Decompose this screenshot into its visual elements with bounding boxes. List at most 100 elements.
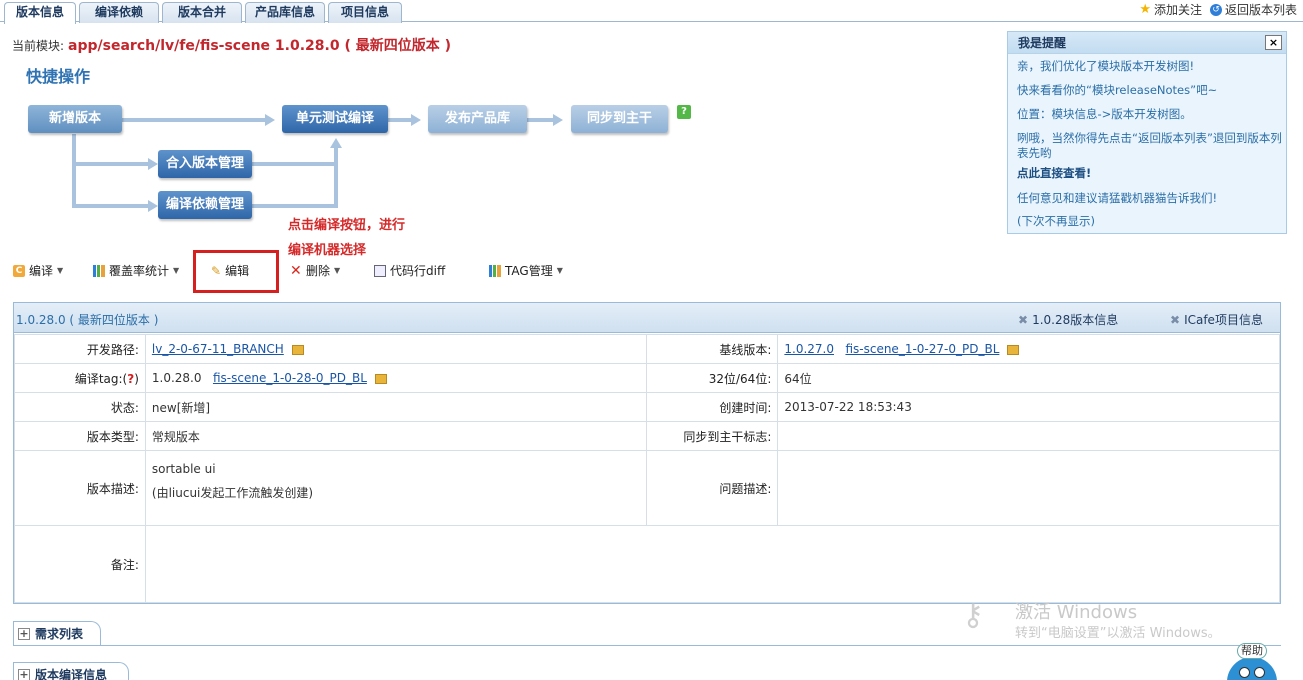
baseline-tag-link[interactable]: fis-scene_1-0-27-0_PD_BL — [845, 342, 999, 356]
icafe-link[interactable]: ✖ ICafe项目信息 — [1170, 311, 1263, 328]
flow-connector — [72, 204, 150, 208]
reminder-line: 咧哦，当然你得先点击“返回版本列表”退回到版本列表先哟 — [1017, 131, 1282, 160]
flow-connector — [122, 118, 267, 122]
chevron-down-icon: ▼ — [334, 266, 341, 275]
flow-connector — [252, 204, 338, 208]
flow-arrow — [553, 114, 563, 126]
merge-version-button[interactable]: 合入版本管理 — [158, 150, 252, 178]
table-row: 编译tag:(?) 1.0.28.0 fis-scene_1-0-28-0_PD… — [14, 363, 1280, 393]
module-label: 当前模块: — [12, 39, 65, 53]
help-label: 帮助 — [1237, 643, 1267, 659]
flow-connector — [334, 148, 338, 208]
reminder-line: 快来看看你的“模块releaseNotes”吧~ — [1017, 83, 1218, 97]
bar-chart-icon — [93, 264, 105, 277]
help-robot-badge[interactable]: 帮助 — [1225, 643, 1279, 680]
tag-link[interactable]: fis-scene_1-0-28-0_PD_BL — [213, 371, 367, 385]
dont-show-again-link[interactable]: (下次不再显示) — [1017, 214, 1282, 229]
delete-icon: ✕ — [290, 262, 302, 279]
version-info-link[interactable]: ✖ 1.0.28版本信息 — [1018, 311, 1118, 328]
tag-cell: 1.0.28.0 fis-scene_1-0-28-0_PD_BL — [144, 363, 648, 393]
robot-eye — [1254, 667, 1265, 678]
tab-version-merge[interactable]: 版本合并 — [162, 2, 242, 23]
expand-icon: + — [18, 626, 30, 640]
flow-arrow — [330, 138, 342, 148]
activation-watermark-text: 转到“电脑设置”以激活 Windows。 — [1015, 626, 1221, 641]
reminder-panel: 我是提醒 × 亲，我们优化了模块版本开发树图! 快来看看你的“模块release… — [1007, 31, 1287, 234]
tab-product-lib[interactable]: 产品库信息 — [245, 2, 325, 23]
tools-icon: ✖ — [1170, 312, 1181, 327]
publish-product-lib-button[interactable]: 发布产品库 — [428, 105, 527, 133]
copy-icon[interactable] — [1007, 344, 1020, 355]
sync-flag-label: 同步到主干标志: — [646, 421, 779, 451]
vtype-value: 常规版本 — [144, 421, 648, 451]
requirements-section-toggle[interactable]: + 需求列表 — [13, 621, 101, 645]
panel-header: 1.0.28.0 ( 最新四位版本 ) ✖ 1.0.28版本信息 ✖ ICafe项目… — [14, 303, 1280, 333]
baseline-cell: 1.0.27.0 fis-scene_1-0-27-0_PD_BL — [777, 334, 1280, 364]
dev-path-label: 开发路径: — [14, 334, 146, 364]
reminder-view-link[interactable]: 点此直接查看! — [1017, 166, 1282, 181]
tab-compile-deps[interactable]: 编译依赖 — [79, 2, 159, 23]
delete-menu[interactable]: ✕ 删除 ▼ — [290, 262, 340, 279]
tag-label: 编译tag:(?) — [14, 363, 146, 393]
state-value: new[新增] — [144, 392, 648, 422]
copy-icon[interactable] — [374, 373, 387, 384]
annotation-line-2: 编译机器选择 — [288, 243, 367, 258]
close-button[interactable]: × — [1265, 35, 1282, 50]
tag-chart-icon — [489, 264, 501, 277]
help-icon[interactable]: ? — [677, 105, 691, 119]
baseline-version-link[interactable]: 1.0.27.0 — [784, 342, 834, 356]
flow-arrow — [411, 114, 421, 126]
follow-link[interactable]: ★ 添加关注 — [1139, 1, 1202, 18]
highlight-box — [193, 250, 279, 293]
annotation-line-1: 点击编译按钮，进行 — [288, 218, 406, 233]
top-tab-bar: 版本信息 编译依赖 版本合并 产品库信息 项目信息 — [0, 0, 1303, 24]
flow-connector — [388, 118, 413, 122]
star-icon: ★ — [1139, 2, 1151, 17]
tab-project-info[interactable]: 项目信息 — [328, 2, 402, 23]
dev-path-link[interactable]: lv_2-0-67-11_BRANCH — [152, 342, 284, 356]
reminder-line: 位置：模块信息->版本开发树图。 — [1017, 107, 1192, 121]
section-divider — [13, 645, 1281, 646]
compile-deps-button[interactable]: 编译依赖管理 — [158, 191, 252, 219]
bits-label: 32位/64位: — [646, 363, 779, 393]
quick-actions-title: 快捷操作 — [26, 67, 91, 86]
tag-menu[interactable]: TAG管理 ▼ — [489, 262, 563, 279]
remark-label: 备注: — [14, 525, 146, 603]
diff-button[interactable]: 代码行diff — [374, 262, 445, 279]
coverage-menu[interactable]: 覆盖率统计 ▼ — [93, 262, 179, 279]
bits-value: 64位 — [777, 363, 1280, 393]
tab-version-info[interactable]: 版本信息 — [4, 2, 76, 24]
sync-flag-value — [777, 421, 1280, 451]
reminder-line: 任何意见和建议请猛戳机器猫告诉我们! — [1017, 191, 1218, 205]
issue-label: 问题描述: — [646, 450, 779, 526]
compile-info-section-toggle[interactable]: + 版本编译信息 — [13, 662, 129, 680]
flow-connector — [252, 162, 338, 166]
current-module: 当前模块: app/search/lv/fe/fis-scene 1.0.28.0… — [12, 35, 451, 55]
expand-icon: + — [18, 667, 30, 680]
flow-arrow — [148, 200, 158, 212]
compile-menu[interactable]: C 编译 ▼ — [13, 262, 63, 279]
desc-line-2: (由liucui发起工作流触发创建) — [151, 486, 314, 500]
info-table: 开发路径: lv_2-0-67-11_BRANCH 基线版本: 1.0.27.0… — [14, 334, 1281, 603]
state-label: 状态: — [14, 392, 146, 422]
vtype-label: 版本类型: — [14, 421, 146, 451]
sync-to-trunk-button[interactable]: 同步到主干 — [571, 105, 668, 133]
flow-connector — [72, 134, 76, 208]
desc-line-1: sortable ui — [151, 462, 216, 476]
back-icon: ↺ — [1209, 3, 1222, 16]
issue-value — [777, 450, 1280, 526]
top-actions: ★ 添加关注 ↺ 返回版本列表 — [1139, 1, 1297, 18]
new-version-button[interactable]: 新增版本 — [28, 105, 122, 133]
chevron-down-icon: ▼ — [57, 266, 64, 275]
dev-path-cell: lv_2-0-67-11_BRANCH — [144, 334, 648, 364]
copy-icon[interactable] — [291, 344, 304, 355]
flow-connector — [72, 162, 150, 166]
table-row: 状态: new[新增] 创建时间: 2013-07-22 18:53:43 — [14, 392, 1280, 422]
robot-cat-icon — [1227, 657, 1277, 680]
module-value: app/search/lv/fe/fis-scene 1.0.28.0 ( 最新… — [68, 38, 452, 54]
activation-watermark-title: 激活 Windows — [1015, 602, 1138, 623]
panel-title: 1.0.28.0 ( 最新四位版本 ) — [16, 313, 159, 327]
back-to-list-link[interactable]: ↺ 返回版本列表 — [1209, 1, 1297, 18]
compile-icon: C — [13, 264, 25, 277]
unit-test-compile-button[interactable]: 单元测试编译 — [282, 105, 388, 133]
